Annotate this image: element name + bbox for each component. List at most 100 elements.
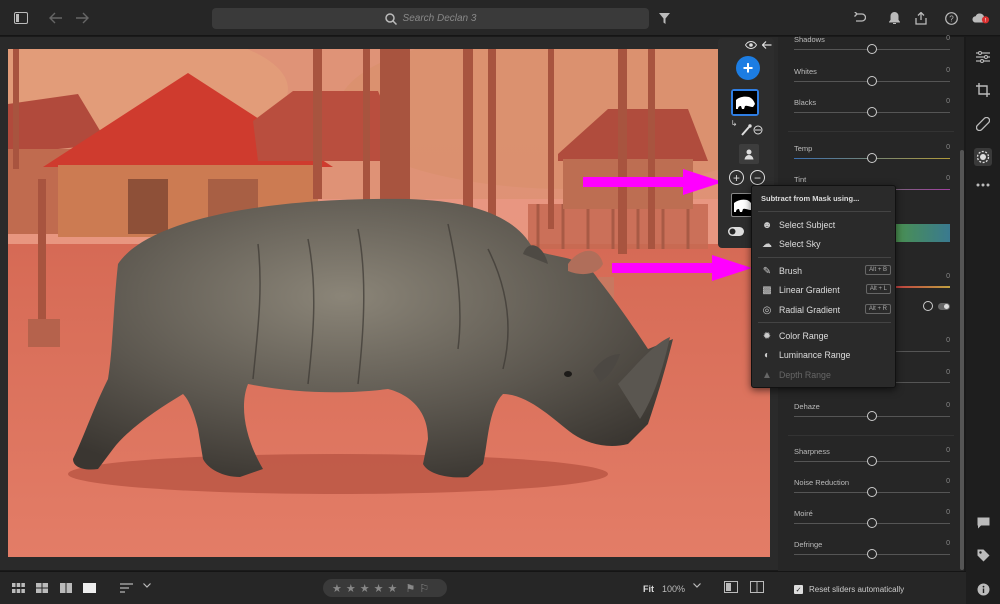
menu-item-linear-gradient[interactable]: ▩ Linear Gradient Alt + L — [752, 281, 897, 299]
star-icon[interactable]: ★ — [374, 582, 384, 595]
reject-flag-icon[interactable]: ⚐ — [419, 582, 429, 595]
toggle-icon[interactable] — [727, 226, 745, 236]
before-after-icon[interactable] — [724, 581, 738, 593]
undo-icon[interactable] — [850, 9, 868, 27]
checkmark-icon[interactable]: ✓ — [794, 585, 803, 594]
slider-moire[interactable]: Moiré 0 — [794, 509, 950, 539]
flag-icon[interactable]: ⚑ — [405, 582, 415, 595]
radio-icon[interactable] — [923, 301, 933, 311]
toggle-icon[interactable] — [938, 303, 950, 310]
mask-thumbnail-1[interactable] — [731, 89, 759, 116]
comment-icon[interactable] — [975, 515, 991, 531]
menu-title: Subtract from Mask using... — [761, 194, 860, 203]
slider-noise-reduction[interactable]: Noise Reduction 0 — [794, 478, 950, 508]
slider-knob[interactable] — [867, 456, 877, 466]
masking-icon[interactable] — [974, 148, 992, 166]
info-icon[interactable] — [975, 581, 991, 597]
more-options-icon[interactable] — [975, 177, 991, 193]
compare-view-icon[interactable] — [60, 583, 72, 593]
reset-sliders-label: Reset sliders automatically — [809, 585, 905, 594]
menu-item-select-sky[interactable]: ☁ Select Sky — [752, 235, 897, 253]
slider-knob[interactable] — [867, 107, 877, 117]
slider-shadows[interactable]: Shadows 0 — [794, 35, 950, 65]
slider-knob[interactable] — [867, 549, 877, 559]
help-icon[interactable]: ? — [942, 9, 960, 27]
slider-temp[interactable]: Temp 0 — [794, 144, 950, 174]
fit-button[interactable]: Fit — [643, 584, 654, 594]
photo-rhino-mask-overlay[interactable] — [8, 49, 770, 557]
slider-whites[interactable]: Whites 0 — [794, 67, 950, 97]
slider-label: Whites — [794, 67, 817, 76]
menu-item-label: Brush — [779, 266, 802, 276]
star-icon[interactable]: ★ — [360, 582, 370, 595]
menu-item-luminance-range[interactable]: ◐ Luminance Range — [752, 346, 897, 364]
collapse-arrow-icon[interactable] — [761, 39, 773, 51]
menu-item-label: Depth Range — [779, 370, 831, 380]
depth-range-icon: ▲ — [762, 369, 772, 381]
zoom-level[interactable]: 100% — [662, 584, 685, 594]
healing-bandage-icon[interactable] — [975, 116, 991, 132]
star-icon[interactable]: ★ — [346, 582, 356, 595]
back-arrow-icon[interactable] — [47, 9, 65, 27]
split-view-icon[interactable] — [750, 581, 764, 593]
subtract-mask-menu: Subtract from Mask using... ☻ Select Sub… — [751, 185, 896, 388]
slider-label: Tint — [794, 175, 807, 184]
subtract-from-mask-button[interactable]: − — [750, 170, 765, 185]
bell-icon[interactable] — [885, 9, 903, 27]
person-mask-icon[interactable] — [739, 144, 759, 164]
divider — [788, 131, 954, 132]
slider-track[interactable] — [896, 351, 950, 352]
slider-knob[interactable] — [867, 411, 877, 421]
single-view-icon[interactable] — [83, 583, 96, 593]
slider-knob[interactable] — [867, 153, 877, 163]
slider-blacks[interactable]: Blacks 0 — [794, 98, 950, 128]
search-input[interactable]: Search Declan 3 — [212, 8, 649, 29]
slider-track[interactable] — [896, 286, 950, 288]
chevron-down-icon[interactable] — [143, 583, 151, 588]
reset-sliders-checkbox[interactable]: ✓ Reset sliders automatically — [794, 585, 904, 594]
slider-value: 0 — [946, 402, 950, 409]
hidden-value: 0 — [946, 273, 950, 280]
color-swatch[interactable] — [896, 224, 950, 242]
slider-dehaze[interactable]: Dehaze 0 — [794, 402, 950, 432]
hidden-value: 0 — [946, 337, 950, 344]
cloud-icon[interactable]: ! — [972, 9, 990, 27]
slider-knob[interactable] — [867, 76, 877, 86]
slider-knob[interactable] — [867, 518, 877, 528]
share-icon[interactable] — [912, 9, 930, 27]
eye-icon[interactable] — [745, 39, 757, 51]
minus-icon: − — [753, 170, 761, 185]
menu-item-label: Radial Gradient — [779, 305, 841, 315]
filter-icon[interactable] — [655, 9, 673, 27]
menu-item-depth-range: ▲ Depth Range — [752, 366, 897, 384]
slider-knob[interactable] — [867, 487, 877, 497]
menu-item-radial-gradient[interactable]: ◎ Radial Gradient Alt + R — [752, 301, 897, 319]
star-rating[interactable]: ★ ★ ★ ★ ★ ⚑ ⚐ — [323, 579, 447, 597]
slider-value: 0 — [946, 540, 950, 547]
create-mask-button[interactable]: + — [736, 56, 760, 80]
search-icon — [384, 12, 397, 25]
menu-item-brush[interactable]: ✎ Brush Alt + B — [752, 262, 897, 280]
star-icon[interactable]: ★ — [332, 582, 342, 595]
chevron-down-icon[interactable] — [693, 583, 701, 588]
menu-item-select-subject[interactable]: ☻ Select Subject — [752, 216, 897, 234]
menu-item-color-range[interactable]: ✹ Color Range — [752, 327, 897, 345]
add-to-mask-button[interactable]: + — [729, 170, 744, 185]
sort-icon[interactable] — [120, 583, 133, 593]
edit-sliders-icon[interactable] — [975, 49, 991, 65]
slider-defringe[interactable]: Defringe 0 — [794, 540, 950, 570]
panel-scrollbar[interactable] — [960, 150, 964, 570]
slider-sharpness[interactable]: Sharpness 0 — [794, 447, 950, 477]
return-arrow-icon: ↳ — [730, 118, 738, 128]
sidebar-toggle-icon[interactable] — [12, 9, 30, 27]
crop-icon[interactable] — [975, 82, 991, 98]
slider-knob[interactable] — [867, 44, 877, 54]
square-grid-view-icon[interactable] — [36, 583, 48, 593]
annotation-arrow-icon — [612, 255, 752, 281]
brush-mask-icon[interactable] — [741, 123, 763, 137]
grid-view-icon[interactable] — [12, 583, 25, 593]
slider-track[interactable] — [896, 382, 950, 383]
tag-icon[interactable] — [975, 547, 991, 563]
star-icon[interactable]: ★ — [388, 582, 398, 595]
forward-arrow-icon[interactable] — [73, 9, 91, 27]
